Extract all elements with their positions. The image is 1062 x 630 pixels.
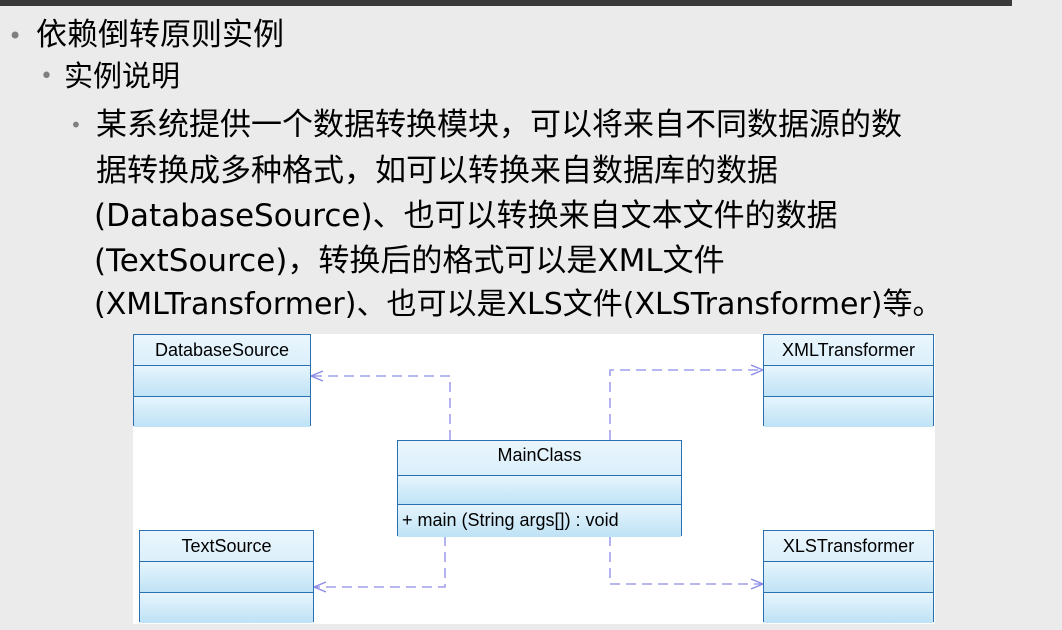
title-underline-bar — [0, 0, 1012, 6]
attributes-compartment — [764, 561, 933, 593]
level3-line-4: (TextSource)，转换后的格式可以是XML文件 — [94, 243, 725, 279]
level1-bullet: • — [8, 22, 23, 50]
level3-bullet: • — [70, 113, 82, 137]
class-name-xml-transformer: XMLTransformer — [781, 340, 916, 360]
uml-class-diagram: DatabaseSource TextSource MainClass + ma… — [133, 334, 935, 624]
dependency-main-to-text — [314, 536, 446, 588]
dependency-main-to-xls — [609, 536, 763, 585]
class-text-source[interactable]: TextSource — [139, 530, 314, 623]
dependency-main-to-database — [311, 375, 451, 440]
class-database-source[interactable]: DatabaseSource — [133, 334, 311, 427]
level3-line-1: 某系统提供一个数据转换模块，可以将来自不同数据源的数 — [96, 107, 902, 143]
level2-heading: 实例说明 — [64, 59, 181, 93]
class-xml-transformer[interactable]: XMLTransformer — [763, 334, 934, 427]
operation-main: + main (String args[]) : void — [402, 510, 619, 530]
attributes-compartment — [764, 365, 933, 397]
level2-bullet: • — [40, 64, 53, 89]
class-xls-transformer[interactable]: XLSTransformer — [763, 530, 934, 623]
operations-compartment — [134, 396, 310, 427]
attributes-compartment — [134, 365, 310, 397]
operations-compartment: + main (String args[]) : void — [398, 504, 681, 537]
level3-line-3: (DatabaseSource)、也可以转换来自文本文件的数据 — [94, 198, 838, 234]
level3-line-5: (XMLTransformer)、也可以是XLS文件(XLSTransforme… — [94, 287, 943, 322]
operations-compartment — [764, 592, 933, 623]
class-name-database-source: DatabaseSource — [154, 340, 290, 360]
class-main-class[interactable]: MainClass + main (String args[]) : void — [397, 440, 682, 537]
level3-line-2: 据转换成多种格式，如可以转换来自数据库的数据 — [96, 153, 778, 189]
operations-compartment — [764, 396, 933, 427]
level1-heading: 依赖倒转原则实例 — [36, 17, 284, 53]
class-name-text-source: TextSource — [181, 536, 272, 556]
attributes-compartment — [398, 475, 681, 505]
dependency-main-to-xml — [609, 369, 763, 440]
class-name-main-class: MainClass — [497, 445, 582, 465]
attributes-compartment — [140, 561, 313, 593]
operations-compartment — [140, 592, 313, 623]
class-name-xls-transformer: XLSTransformer — [782, 536, 915, 556]
